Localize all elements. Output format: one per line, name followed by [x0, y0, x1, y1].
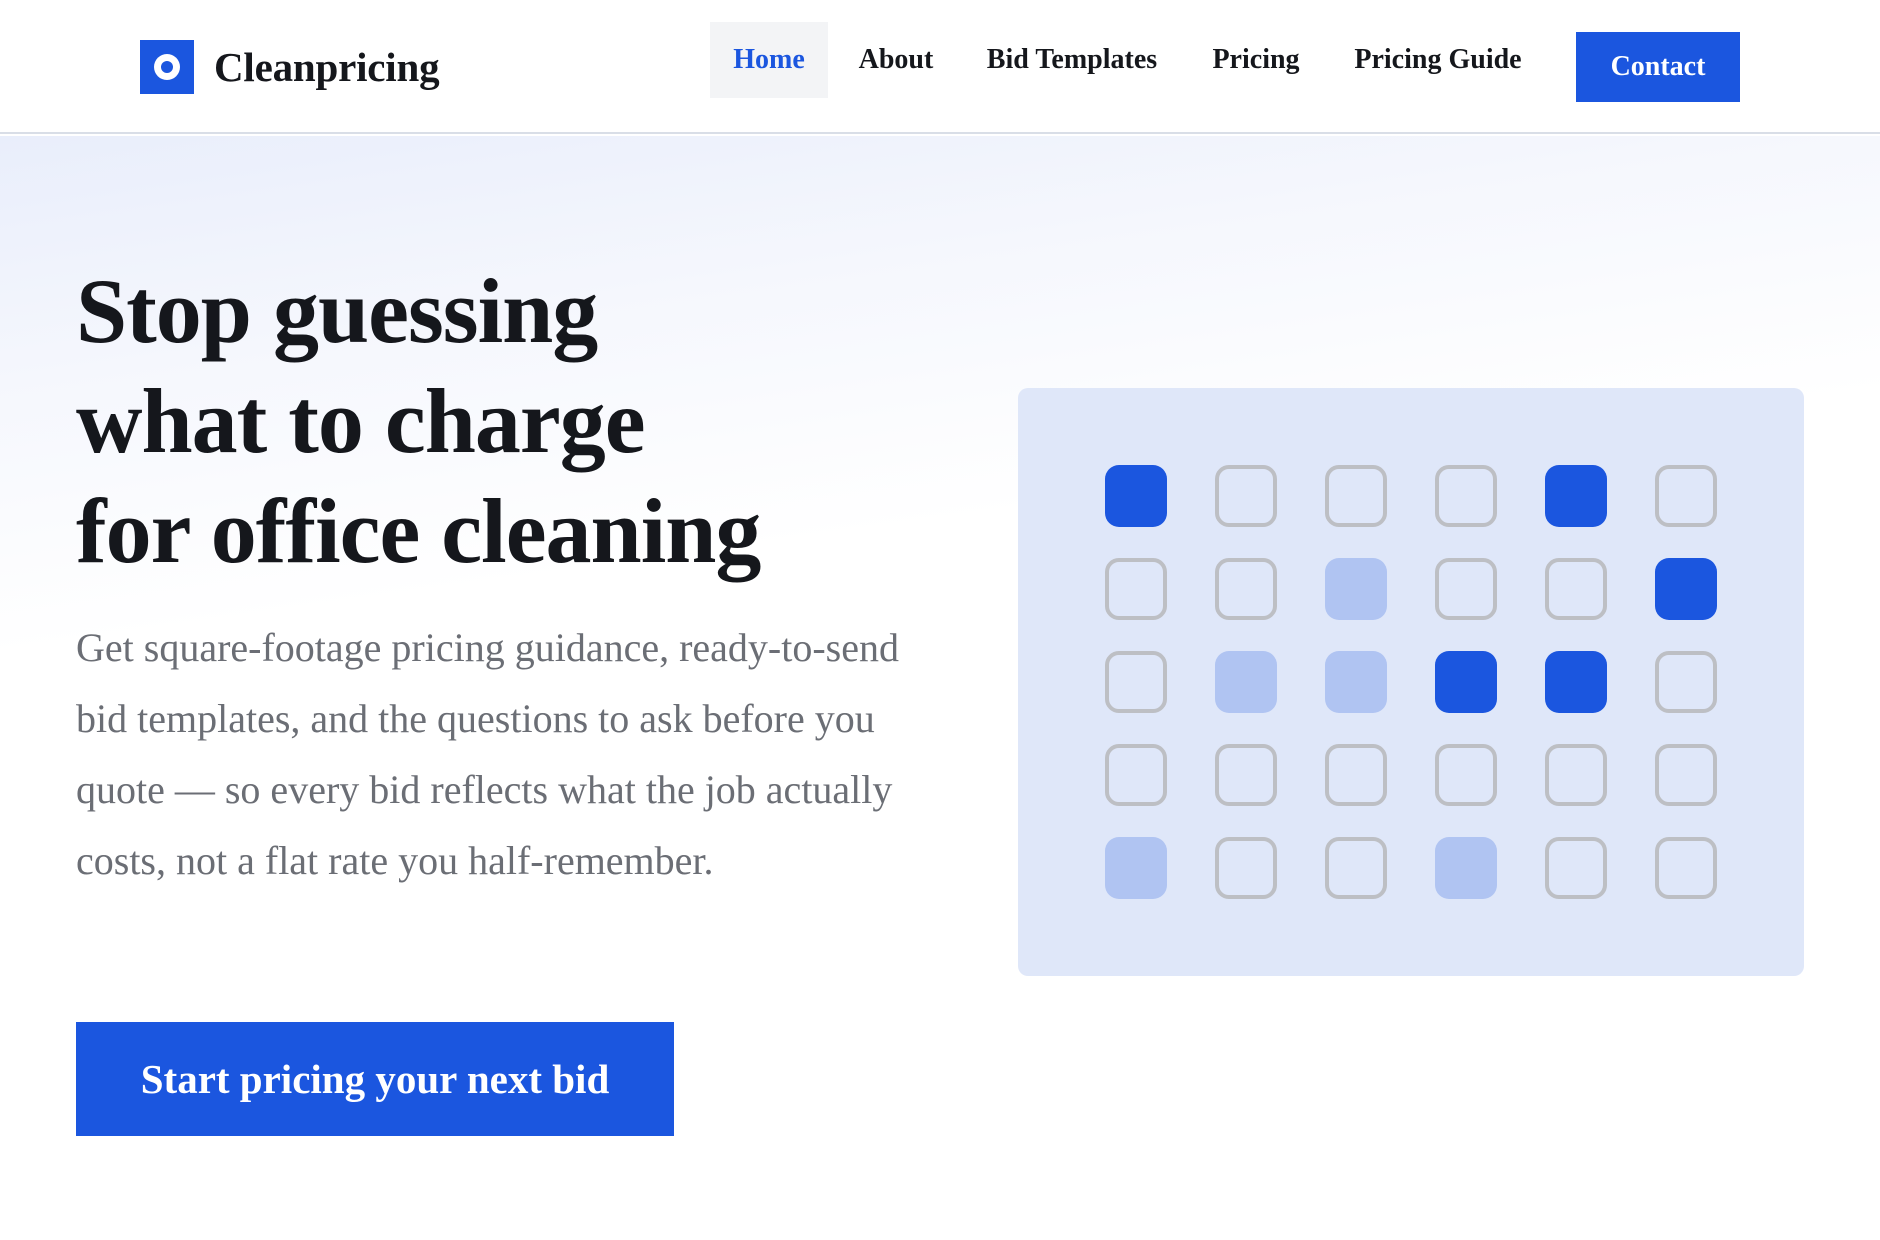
grid-cell-empty [1435, 558, 1497, 620]
grid-cell-empty [1215, 837, 1277, 899]
site-header: Cleanpricing Home About Bid Templates Pr… [0, 0, 1880, 134]
grid-cell-light [1435, 837, 1497, 899]
nav-item-about[interactable]: About [846, 22, 946, 98]
grid-cell-light [1325, 558, 1387, 620]
grid-cell-empty [1325, 465, 1387, 527]
grid-cell-light [1105, 837, 1167, 899]
start-pricing-button[interactable]: Start pricing your next bid [76, 1022, 674, 1136]
grid-cell-empty [1105, 651, 1167, 713]
grid-cell-empty [1655, 465, 1717, 527]
grid-cell-empty [1545, 837, 1607, 899]
grid-cell-dark [1545, 651, 1607, 713]
grid-cell-empty [1215, 465, 1277, 527]
hero-headline: Stop guessing what to charge for office … [76, 256, 976, 586]
grid-cell-empty [1215, 744, 1277, 806]
grid-cell-dark [1435, 651, 1497, 713]
grid-cell-empty [1545, 744, 1607, 806]
grid-cell-dark [1105, 465, 1167, 527]
grid-cell-light [1325, 651, 1387, 713]
grid-cell-empty [1655, 651, 1717, 713]
pricing-grid-illustration [1018, 388, 1804, 976]
grid-cell-empty [1325, 837, 1387, 899]
nav-item-pricing-guide[interactable]: Pricing Guide [1344, 22, 1532, 98]
nav-item-home[interactable]: Home [710, 22, 828, 98]
grid-cell-dark [1545, 465, 1607, 527]
brand-logo-icon [140, 40, 194, 94]
grid-cell-empty [1325, 744, 1387, 806]
grid-cell-empty [1545, 558, 1607, 620]
grid-cell-empty [1215, 558, 1277, 620]
grid-cell-light [1215, 651, 1277, 713]
nav-item-bid-templates[interactable]: Bid Templates [974, 22, 1170, 98]
brand-logo[interactable]: Cleanpricing [140, 40, 440, 94]
grid-cell-empty [1435, 465, 1497, 527]
hero-description: Get square-footage pricing guidance, rea… [76, 625, 899, 883]
grid-cell-dark [1655, 558, 1717, 620]
grid-cell-empty [1655, 837, 1717, 899]
grid-cell-empty [1435, 744, 1497, 806]
nav-item-pricing[interactable]: Pricing [1200, 22, 1312, 98]
hero-headline-line: for office cleaning [76, 480, 761, 582]
hero-headline-line: Stop guessing [76, 260, 598, 362]
grid-cell-empty [1105, 744, 1167, 806]
brand-name: Cleanpricing [214, 44, 440, 90]
grid-cell-empty [1105, 558, 1167, 620]
contact-button[interactable]: Contact [1576, 32, 1740, 102]
grid-cell-empty [1655, 744, 1717, 806]
hero-headline-line: what to charge [76, 370, 646, 472]
